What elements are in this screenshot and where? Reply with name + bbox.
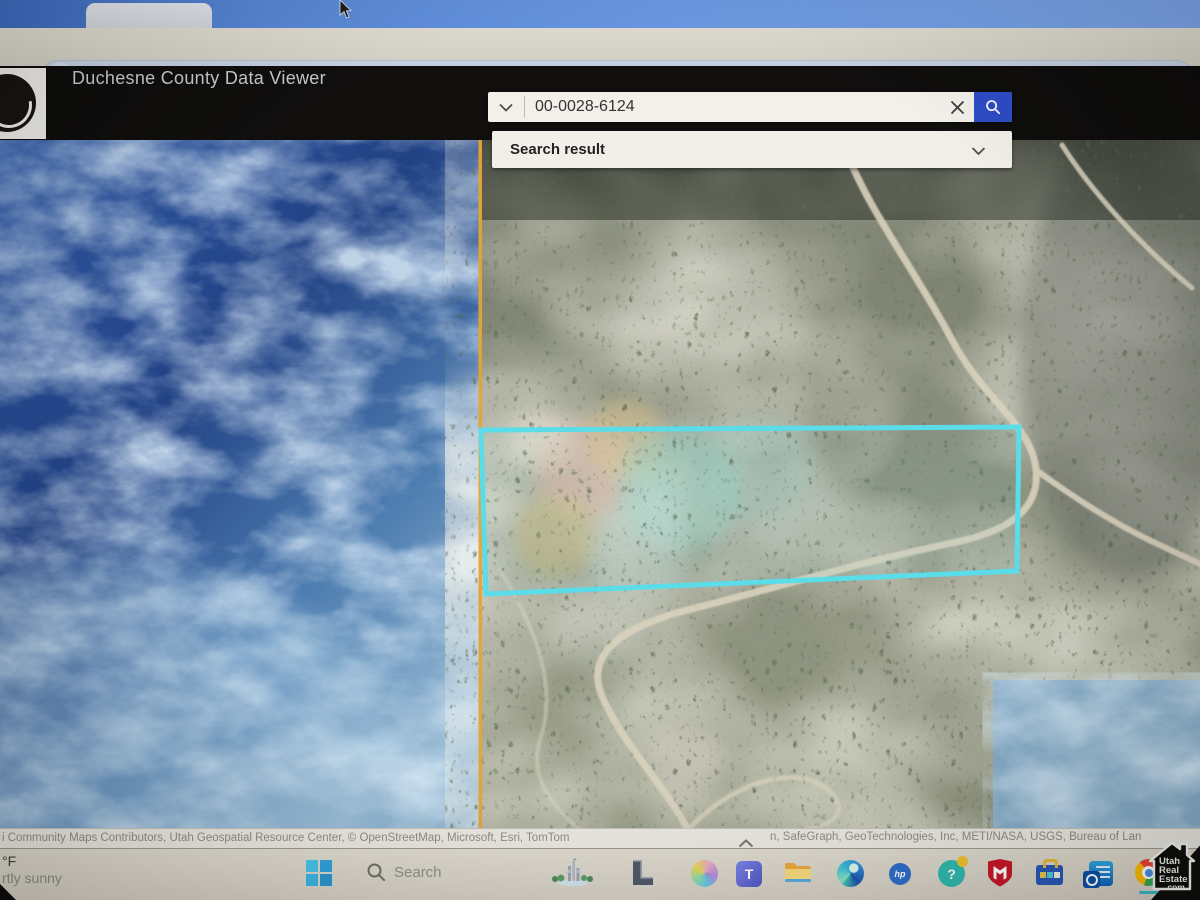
taskbar-search-icon [366,862,386,882]
outlook-icon[interactable] [1083,861,1113,886]
county-seal-logo [0,68,46,139]
parcel-search-input[interactable] [525,98,940,116]
task-view-icon[interactable] [550,857,596,889]
search-layer-chevron-icon[interactable] [488,92,524,122]
weather-temp: °F [2,853,62,870]
taskbar-search-label: Search [394,864,442,881]
search-submit-button[interactable] [974,92,1012,122]
app-l-icon[interactable] [628,859,656,887]
clear-search-icon[interactable] [940,92,974,122]
copilot-icon[interactable] [691,860,718,887]
mouse-cursor-icon [338,0,352,20]
teams-icon[interactable]: T [736,861,762,887]
attribution-text-left: i Community Maps Contributors, Utah Geos… [2,832,570,844]
photographed-monitor-screen: https://portal.duchesnecountygis.org/arc… [0,0,1200,900]
map-attribution-bar: i Community Maps Contributors, Utah Geos… [0,828,1200,849]
hp-icon[interactable]: hp [889,863,911,885]
parcel-highlight-outline [481,427,1019,594]
browser-active-tab[interactable] [86,3,212,28]
windows-taskbar: °F rtly sunny Search [0,848,1200,900]
windows-start-icon[interactable] [306,860,332,886]
browser-toolbar: https://portal.duchesnecountygis.org/arc… [0,28,1200,66]
file-explorer-icon[interactable] [784,861,812,885]
toolbox-icon[interactable] [1036,859,1063,885]
water-patch [993,680,1200,828]
weather-condition: rtly sunny [2,870,62,887]
browser-tab-strip [0,0,1200,28]
search-result-panel[interactable]: Search result [492,131,1012,168]
edge-icon[interactable] [837,860,864,887]
taskbar-search[interactable]: Search [366,862,442,882]
hp-support-icon[interactable]: ? [938,860,965,887]
search-result-chevron-icon[interactable] [971,143,986,161]
search-result-label: Search result [510,141,605,158]
app-title: Duchesne County Data Viewer [72,68,326,89]
map-canvas[interactable] [0,140,1200,828]
attribution-text-right: n, SafeGraph, GeoTechnologies, Inc, METI… [770,831,1141,843]
mcafee-icon[interactable] [988,859,1012,887]
parcel-search-box[interactable] [488,92,1012,122]
svg-text:.com: .com [1165,882,1185,892]
utahrealestate-watermark: Utah Real Estate .com [1146,837,1198,898]
weather-widget[interactable]: °F rtly sunny [2,853,62,887]
